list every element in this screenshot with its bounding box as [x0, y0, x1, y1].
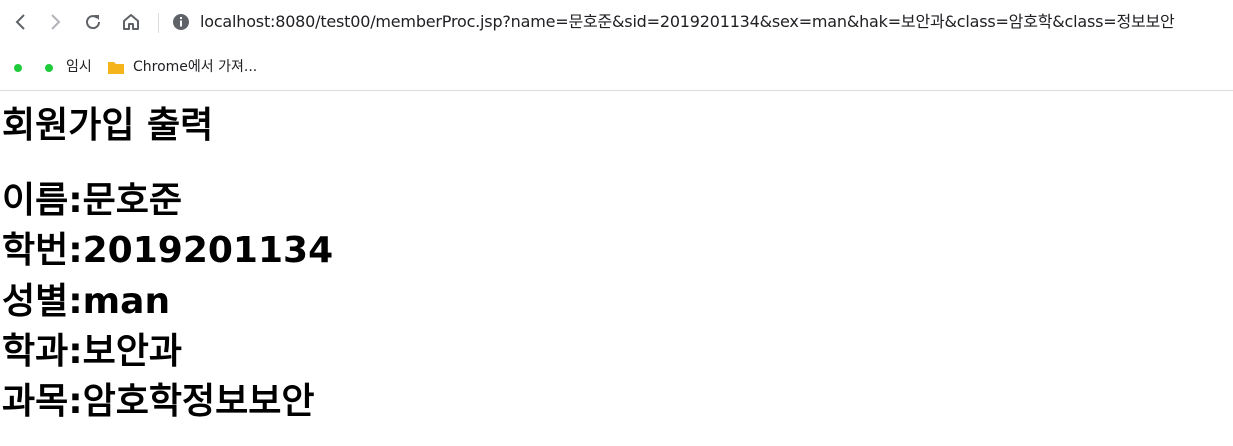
- member-department: 학과:보안과: [2, 331, 182, 372]
- reload-icon: [83, 12, 103, 32]
- forward-arrow-icon: [46, 13, 64, 31]
- reload-button[interactable]: [78, 7, 108, 37]
- bookmark-folder-imported[interactable]: Chrome에서 가져...: [133, 58, 257, 76]
- member-student-id: 학번:2019201134: [2, 230, 334, 271]
- back-arrow-icon: [12, 13, 30, 31]
- bookmark-favicon-icon: [45, 64, 53, 72]
- address-bar[interactable]: localhost:8080/test00/memberProc.jsp?nam…: [200, 11, 1175, 33]
- home-button[interactable]: [116, 7, 146, 37]
- back-button[interactable]: [6, 7, 36, 37]
- member-courses: 과목:암호학정보보안: [2, 381, 315, 422]
- bookmark-favicon-icon[interactable]: [14, 64, 22, 72]
- page-content: 회원가입 출력 이름:문호준 학번:2019201134 성별:man 학과:보…: [0, 91, 1233, 446]
- page-title: 회원가입 출력: [2, 105, 214, 146]
- forward-button[interactable]: [40, 7, 70, 37]
- site-info-icon[interactable]: [172, 13, 190, 31]
- member-sex: 성별:man: [2, 281, 171, 322]
- home-icon: [121, 12, 141, 32]
- toolbar-divider: [158, 13, 159, 33]
- bookmarks-bar: 임시 Chrome에서 가져...: [0, 46, 1233, 91]
- bookmark-item-temp[interactable]: 임시: [66, 58, 92, 76]
- browser-toolbar: localhost:8080/test00/memberProc.jsp?nam…: [0, 0, 1233, 46]
- member-name: 이름:문호준: [2, 180, 182, 221]
- folder-icon: [107, 59, 125, 75]
